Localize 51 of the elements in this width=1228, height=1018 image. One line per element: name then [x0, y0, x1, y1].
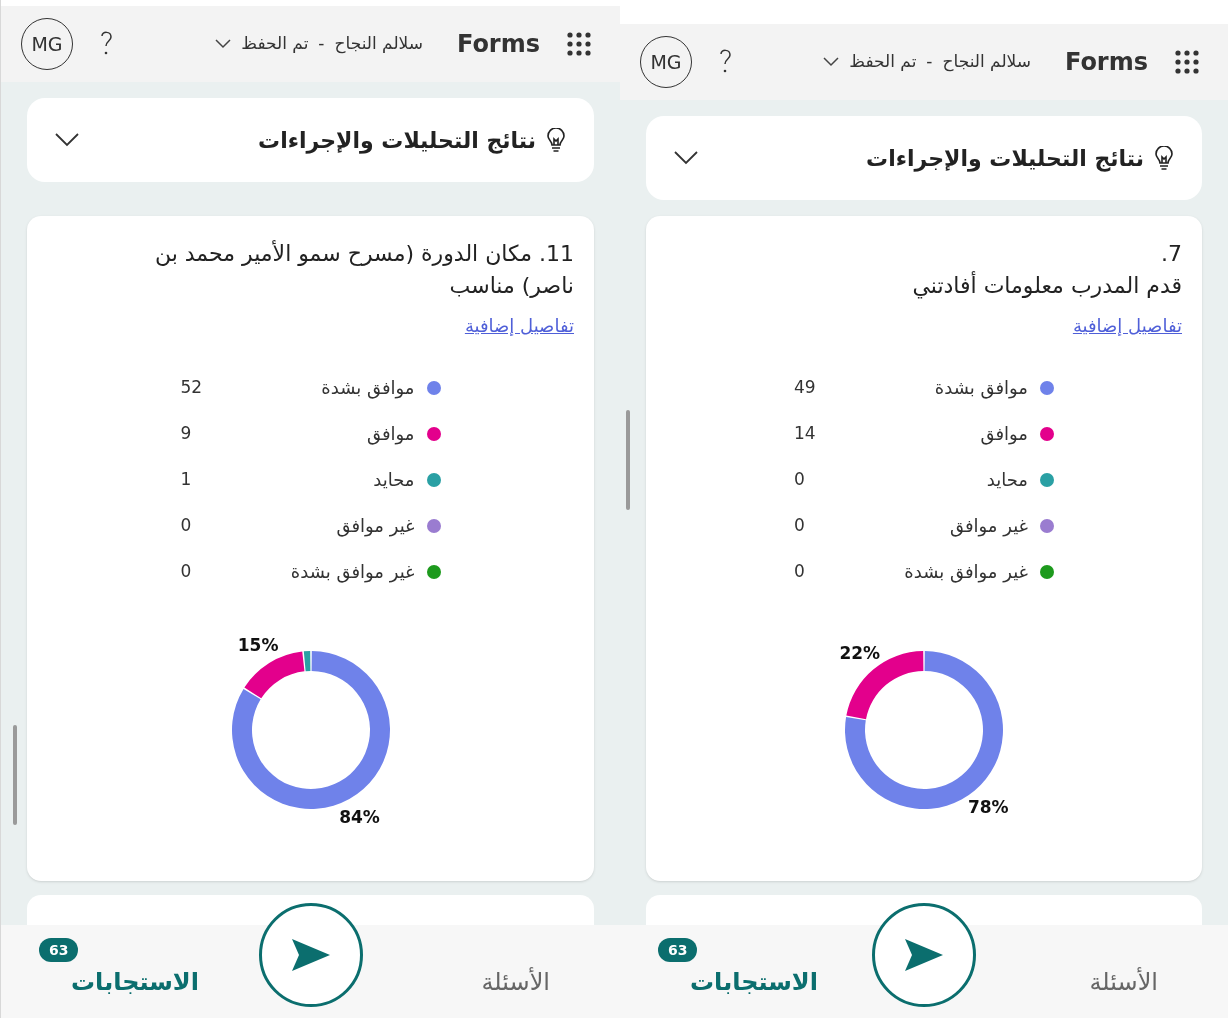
legend-label: غير موافق [336, 514, 415, 539]
count-badge: 63 [658, 937, 698, 962]
form-title-dropdown[interactable]: سلالم النجاح - تم الحفظ [215, 31, 423, 57]
legend-label: موافق بشدة [321, 376, 415, 401]
legend-label: موافق [366, 422, 415, 447]
legend-label: محايد [986, 468, 1028, 492]
legend-label: غير موافق [949, 514, 1028, 539]
question-text: 7. [1160, 240, 1182, 268]
legend-count: 0 [794, 559, 806, 583]
app-name: Forms [456, 29, 540, 60]
percent-label: 15% [237, 635, 278, 656]
percent-label: 22% [839, 643, 881, 664]
lightbulb-icon [546, 128, 566, 152]
chevron-down-icon[interactable] [674, 151, 698, 165]
send-icon [289, 937, 332, 973]
app-name: Forms [1064, 47, 1148, 78]
legend-label: موافق بشدة [934, 376, 1028, 401]
percent-label: 78% [967, 796, 1009, 817]
legend-count: 0 [180, 559, 193, 583]
app-launcher-icon[interactable] [1174, 49, 1200, 75]
legend-label: غير موافق بشدة [904, 560, 1028, 585]
more-details-link[interactable]: تفاصيل إضافية [1072, 312, 1182, 339]
question-text: 11. مكان الدورة (مسرح سمو الأمير محمد بن ناصر) مناسب [153, 239, 574, 300]
app-launcher-icon[interactable] [566, 31, 592, 57]
legend-count: 0 [794, 513, 806, 537]
question-text: قدم المدرب معلومات أفادتني [911, 270, 1182, 301]
lightbulb-icon [1154, 146, 1174, 170]
chevron-down-icon[interactable] [55, 133, 79, 147]
legend-count: 49 [794, 375, 817, 399]
chevron-down-icon [823, 57, 840, 67]
chevron-down-icon [215, 39, 232, 49]
insights-title: نتائج التحليلات والإجراءات [866, 144, 1144, 174]
legend-label: موافق [980, 422, 1028, 447]
legend-count: 0 [794, 467, 806, 491]
legend-count: 9 [180, 421, 193, 445]
nav-tab[interactable]: الأسئلة [1089, 963, 1158, 1000]
legend-count: 0 [180, 513, 193, 537]
legend-label: غير موافق بشدة [290, 560, 415, 585]
legend-count: 1 [180, 467, 193, 491]
legend-count: 14 [794, 421, 817, 445]
nav-tab[interactable]: الأسئلة [481, 963, 550, 1000]
legend-count: 52 [180, 375, 204, 399]
form-title-dropdown[interactable]: سلالم النجاح - تم الحفظ [823, 49, 1031, 75]
percent-label: 84% [338, 807, 380, 828]
insights-panel[interactable]: نتائج التحليلات والإجراءات [27, 98, 594, 182]
send-icon [903, 937, 945, 973]
count-badge: 63 [39, 937, 79, 962]
more-details-link[interactable]: تفاصيل إضافية [464, 312, 574, 339]
legend-label: محايد [373, 468, 415, 492]
insights-title: نتائج التحليلات والإجراءات [258, 126, 536, 156]
insights-panel[interactable]: نتائج التحليلات والإجراءات [646, 116, 1202, 200]
